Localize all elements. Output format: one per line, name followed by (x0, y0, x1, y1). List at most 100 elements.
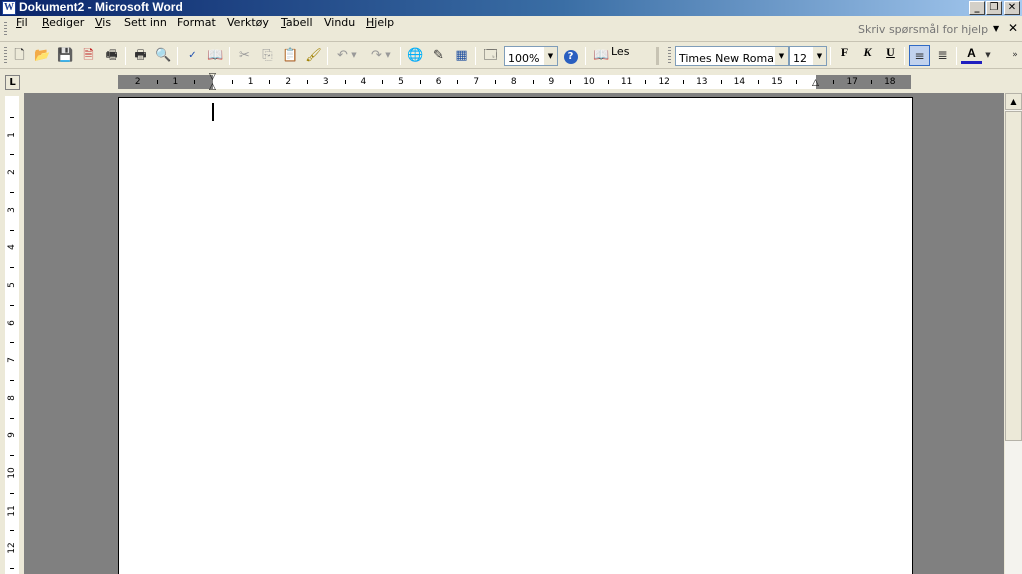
text-cursor (212, 103, 214, 121)
ruler-number: 3 (322, 77, 329, 87)
read-button[interactable]: Les (611, 45, 629, 66)
toolbar-separator (125, 47, 126, 65)
ruler-number: 10 (583, 77, 595, 87)
menu-grip[interactable] (4, 22, 7, 36)
ruler-tick (683, 80, 684, 84)
toolbar-grip[interactable] (4, 47, 7, 65)
menu-verktoy[interactable]: Verktøy (227, 16, 269, 29)
menu-format[interactable]: Format (177, 16, 216, 29)
vruler-tick (10, 116, 14, 118)
menu-rediger[interactable]: Rediger (42, 16, 84, 29)
spelling-icon[interactable]: ✓ (182, 45, 203, 66)
minimize-button[interactable]: _ (969, 1, 985, 15)
bold-button[interactable]: F (834, 45, 855, 66)
hyperlink-icon[interactable]: 🌐 (405, 45, 426, 66)
help-icon[interactable]: ? (560, 45, 581, 66)
menu-vindu[interactable]: Vindu (324, 16, 355, 29)
open-folder-icon[interactable]: 📂 (32, 45, 53, 66)
font-name-dropdown-icon[interactable]: ▼ (775, 47, 788, 65)
word-app-icon[interactable]: W (2, 1, 16, 15)
help-dropdown-icon[interactable]: ▼ (993, 24, 999, 33)
tables-borders-icon[interactable]: ✎ (428, 45, 449, 66)
toolbar: 🗋 📂 💾 🗎 🖷 🖶 🔍 ✓ 📖 ✂ ⎘ 📋 🖌 ↶ ▼ ↷ ▼ 🌐 ✎ ▦ … (0, 42, 1022, 69)
zoom-combo: ▼ (504, 46, 558, 68)
ruler-tick (269, 80, 271, 84)
menu-tabell[interactable]: Tabell (281, 16, 313, 29)
copy-icon[interactable]: ⎘ (257, 45, 278, 66)
ruler-number: 17 (846, 77, 858, 87)
ruler-number: 12 (658, 77, 670, 87)
save-icon[interactable]: 💾 (55, 45, 76, 66)
ruler-number: 6 (435, 77, 442, 87)
font-color-dropdown-icon[interactable]: ▼ (983, 45, 993, 66)
cut-icon[interactable]: ✂ (234, 45, 255, 66)
align-center-button[interactable]: ≣ (932, 45, 953, 66)
ruler-tick (607, 80, 609, 84)
italic-button[interactable]: K (857, 45, 878, 66)
tab-selector-button[interactable]: L (5, 75, 20, 90)
format-toolbar-grip[interactable] (668, 47, 671, 65)
close-window-button[interactable]: ✕ (1004, 1, 1020, 15)
ruler-number: 9 (548, 77, 555, 87)
help-search-input[interactable] (855, 20, 993, 38)
align-left-button[interactable]: ≡ (909, 45, 930, 66)
vruler-tick (10, 229, 14, 231)
menu-vis[interactable]: Vis (95, 16, 111, 29)
vruler-tick (10, 267, 14, 269)
first-line-indent-marker[interactable]: ▽ (209, 73, 216, 82)
ruler-tick (758, 80, 760, 84)
undo-dropdown-icon[interactable]: ▼ (349, 45, 359, 66)
menu-fil[interactable]: Fil (16, 16, 28, 29)
toolbar-overflow[interactable] (656, 47, 659, 65)
document-map-icon[interactable]: 🗔 (480, 45, 501, 66)
font-size-combo: ▼ (789, 46, 827, 68)
close-document-button[interactable]: ✕ (1008, 21, 1018, 35)
format-painter-icon[interactable]: 🖌 (303, 45, 324, 66)
ruler-tick (231, 80, 233, 84)
fax-icon[interactable]: 🖷 (101, 45, 122, 66)
font-name-input[interactable] (676, 49, 788, 68)
toolbar-separator (904, 47, 905, 65)
font-size-dropdown-icon[interactable]: ▼ (813, 47, 826, 65)
zoom-dropdown-icon[interactable]: ▼ (544, 47, 557, 65)
ruler-tick (194, 80, 196, 84)
font-color-button[interactable]: A (961, 45, 982, 64)
window-title: Dokument2 - Microsoft Word (19, 0, 183, 14)
vruler-number: 4 (7, 244, 17, 251)
ruler-number: 8 (510, 77, 517, 87)
ruler-tick (495, 80, 496, 84)
horizontal-ruler[interactable]: 2 1 1 2 3 4 5 6 7 8 9 10 11 12 13 14 15 17 18 ▽ △ △ (118, 73, 911, 92)
ruler-tick (532, 80, 534, 84)
hanging-indent-marker[interactable]: △ (209, 83, 216, 92)
scrollbar-thumb[interactable] (1005, 111, 1022, 441)
menu-bar: Fil Rediger Vis Sett inn Format Verktøy … (0, 16, 1022, 42)
toolbar-separator (400, 47, 401, 65)
insert-table-icon[interactable]: ▦ (451, 45, 472, 66)
toolbar-separator (585, 47, 586, 65)
underline-button[interactable]: U (880, 45, 901, 66)
ruler-number: 15 (771, 77, 783, 87)
redo-dropdown-icon[interactable]: ▼ (383, 45, 393, 66)
print-preview-icon[interactable]: 🔍 (153, 45, 174, 66)
menu-sett-inn[interactable]: Sett inn (124, 16, 167, 29)
vruler-tick (10, 530, 14, 532)
print-icon[interactable]: 🖶 (130, 45, 151, 66)
right-indent-marker[interactable]: △ (812, 79, 819, 88)
ruler-number: 1 (247, 77, 254, 87)
toolbar-options-icon[interactable]: » (1010, 45, 1020, 66)
vruler-tick (10, 304, 14, 306)
vertical-ruler[interactable]: 1 2 3 4 5 6 7 8 9 10 11 12 (5, 96, 19, 574)
scroll-up-button[interactable]: ▲ (1005, 93, 1022, 110)
read-icon[interactable]: 📖 (591, 45, 612, 66)
vruler-number: 5 (7, 282, 17, 288)
paste-icon[interactable]: 📋 (280, 45, 301, 66)
permission-icon[interactable]: 🗎 (78, 45, 99, 66)
document-page[interactable] (118, 97, 913, 574)
new-document-icon[interactable]: 🗋 (9, 45, 30, 66)
toolbar-separator (229, 47, 230, 65)
research-icon[interactable]: 📖 (205, 45, 226, 66)
ruler-number: 2 (134, 77, 141, 87)
restore-button[interactable]: ❐ (986, 1, 1002, 15)
menu-hjelp[interactable]: Hjelp (366, 16, 394, 29)
vruler-number: 12 (7, 542, 17, 554)
